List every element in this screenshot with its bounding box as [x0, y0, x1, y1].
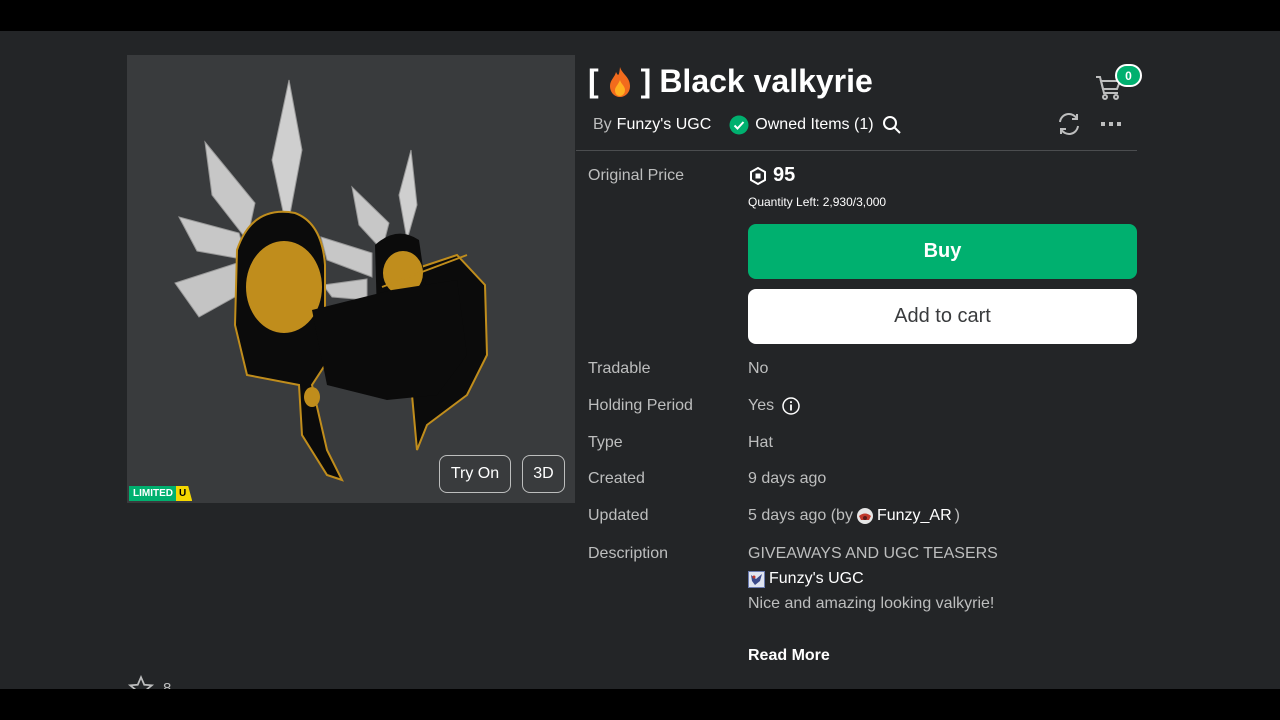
updated-value: 5 days ago (by Funzy_AR ) [748, 507, 960, 525]
tradable-value: No [748, 360, 769, 377]
owned-items-label: Owned Items (1) [755, 116, 874, 133]
limited-u-badge: LIMITED U [129, 486, 193, 501]
price-value: 95 [773, 164, 796, 186]
limited-u-label: U [176, 486, 193, 501]
price: 95 [749, 164, 795, 187]
updated-suffix: ) [954, 507, 960, 524]
limited-label: LIMITED [129, 486, 176, 501]
read-more-link[interactable]: Read More [748, 647, 830, 665]
group-emblem-icon [748, 570, 765, 588]
letterbox-top [0, 0, 1280, 31]
creator-link[interactable]: Funzy's UGC [617, 116, 712, 134]
holding-period-value: Yes [748, 397, 800, 415]
title-name: Black valkyrie [659, 63, 873, 99]
favorite-button[interactable]: 8 [127, 675, 171, 689]
holding-period-label: Holding Period [588, 397, 693, 414]
type-value: Hat [748, 434, 773, 451]
updated-label: Updated [588, 507, 649, 524]
try-on-button[interactable]: Try On [439, 455, 511, 493]
original-price-label: Original Price [588, 167, 685, 184]
description-line-3: Nice and amazing looking valkyrie! [748, 595, 995, 612]
description-group-name: Funzy's UGC [769, 570, 864, 587]
title-bracket-close: ] [640, 63, 652, 99]
created-value: 9 days ago [748, 470, 827, 487]
by-label: By [593, 116, 612, 133]
letterbox-bottom [0, 689, 1280, 720]
black-valkyrie-hat-render [174, 79, 489, 482]
item-thumbnail: LIMITED U Try On 3D [127, 55, 575, 503]
description-line-2: Funzy's UGC [748, 570, 864, 588]
fire-icon [609, 66, 630, 97]
view-3d-button[interactable]: 3D [522, 455, 565, 493]
updated-prefix: 5 days ago (by [748, 507, 853, 524]
description-label: Description [588, 545, 669, 562]
add-to-cart-button[interactable]: Add to cart [748, 289, 1137, 344]
item-details-page: LIMITED U Try On 3D 8 [ ] Black valkyrie… [0, 31, 1280, 689]
tradable-label: Tradable [588, 360, 651, 377]
user-avatar-icon [856, 508, 873, 524]
search-icon[interactable] [882, 115, 902, 135]
star-icon [127, 675, 155, 689]
cart-count-badge: 0 [1115, 64, 1142, 87]
quantity-left: Quantity Left: 2,930/3,000 [748, 195, 887, 209]
item-title: [ ] Black valkyrie [588, 63, 873, 100]
info-icon[interactable] [782, 397, 800, 415]
header-divider [576, 150, 1137, 151]
byline: By Funzy's UGC Owned Items (1) [593, 115, 902, 135]
updated-user-link[interactable]: Funzy_AR [877, 507, 952, 525]
description-line-1: GIVEAWAYS AND UGC TEASERS [748, 545, 998, 562]
title-bracket-open: [ [588, 63, 599, 99]
favorite-count: 8 [163, 679, 172, 690]
buy-button[interactable]: Buy [748, 224, 1137, 279]
check-circle-icon [729, 115, 749, 135]
robux-icon [750, 166, 766, 185]
type-label: Type [588, 434, 623, 451]
more-options-icon[interactable] [1101, 121, 1121, 127]
holding-period-text: Yes [748, 397, 775, 414]
created-label: Created [588, 470, 645, 487]
owned-items-link[interactable]: Owned Items (1) [729, 115, 874, 135]
refresh-icon[interactable] [1056, 111, 1082, 137]
